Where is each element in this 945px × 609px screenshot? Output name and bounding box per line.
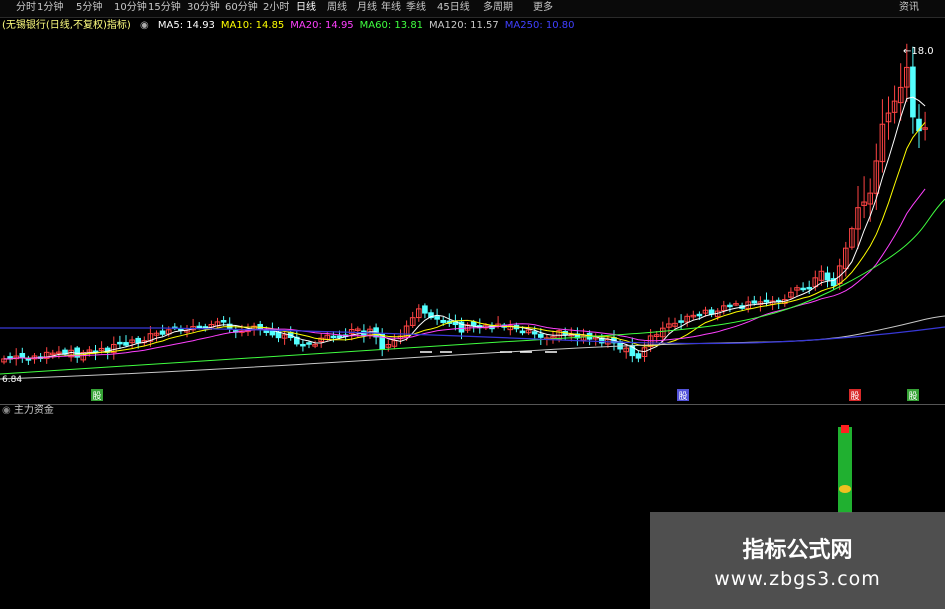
candle-body	[751, 300, 758, 304]
ma-line-5	[3, 96, 926, 360]
candle-body	[336, 335, 343, 338]
watermark-url: www.zbgs3.com	[714, 568, 881, 590]
candle-body	[696, 313, 703, 317]
candle-body	[531, 331, 538, 335]
candle-body	[196, 325, 202, 329]
watermark-title: 指标公式网	[742, 538, 853, 563]
tab-7[interactable]: 2小时	[263, 2, 289, 14]
stock-chart-app: 分时 1分钟 5分钟 10分钟 15分钟 30分钟 60分钟 2小时 日线 周线 月线 年线 季线 45日…	[0, 0, 945, 609]
signal-label-3: 股	[908, 391, 917, 402]
candle-body	[519, 330, 526, 334]
indicator-menu-icon[interactable]: ◉	[2, 405, 14, 416]
tab-8[interactable]: 日线	[296, 2, 316, 14]
indicator-name: 主力资金	[13, 405, 54, 416]
candle-body	[800, 287, 806, 291]
candle-body	[678, 320, 684, 323]
ma-line-10	[3, 121, 926, 360]
candle-body	[220, 320, 227, 323]
candle-body	[440, 319, 446, 323]
ma-settings-icon[interactable]: ◉	[140, 20, 149, 31]
candle-body	[434, 316, 440, 320]
tab-5[interactable]: 30分钟	[187, 2, 220, 14]
candle-body	[470, 321, 477, 327]
candle-body	[19, 352, 26, 359]
ma-legend-title: (无锡银行(日线,不复权)指标)	[2, 20, 131, 31]
tab-11[interactable]: 年线	[381, 2, 401, 14]
signal-label-2: 股	[850, 391, 859, 402]
candle-body	[763, 299, 770, 303]
period-tab-bar: 分时 1分钟 5分钟 10分钟 15分钟 30分钟 60分钟 2小时 日线 周线 月线 年线 季线 45日…	[0, 0, 945, 18]
candle-body	[538, 333, 544, 338]
candle-body	[422, 305, 428, 314]
indicator-bar-top	[841, 425, 849, 433]
price-high-label: ←18.0	[903, 46, 934, 57]
tab-6[interactable]: 60分钟	[225, 2, 258, 14]
candlestick-chart[interactable]: ←18.0 6.84 股 股 股 股	[0, 34, 945, 404]
indicator-bar	[838, 427, 852, 513]
tab-9[interactable]: 周线	[327, 2, 347, 14]
price-low-label: 6.84	[2, 375, 22, 385]
signal-label-0: 股	[92, 391, 101, 402]
candle-body	[135, 337, 141, 344]
ma-legend-item-1: MA10: 14.85	[220, 20, 285, 31]
ma-legend-item-0: MA5: 14.93	[157, 20, 215, 31]
tab-12[interactable]: 季线	[406, 2, 426, 14]
candle-body	[910, 66, 916, 118]
candle-body	[727, 304, 733, 308]
candle-body	[263, 330, 270, 333]
candle-body	[159, 330, 166, 335]
tab-3[interactable]: 10分钟	[114, 2, 147, 14]
tab-4[interactable]: 15分钟	[148, 2, 181, 14]
candle-body	[117, 341, 123, 345]
tab-14[interactable]: 多周期	[483, 2, 513, 14]
candle-body	[123, 342, 129, 346]
candle-body	[306, 342, 312, 345]
candle-body	[824, 272, 831, 281]
ma-legend-item-5: MA250: 10.80	[504, 20, 575, 31]
candle-body	[806, 286, 813, 290]
tab-1[interactable]: 1分钟	[37, 2, 63, 14]
tab-15[interactable]: 更多	[533, 2, 553, 14]
tab-2[interactable]: 5分钟	[76, 2, 102, 14]
indicator-title: ◉ 主力资金	[2, 405, 54, 417]
watermark: 指标公式网 www.zbgs3.com	[650, 512, 945, 609]
info-tab[interactable]: 资讯	[899, 2, 919, 14]
ma-legend: (无锡银行(日线,不复权)指标) ◉ MA5: 14.93 MA10: 14.85…	[2, 19, 581, 33]
ma-legend-item-2: MA20: 14.95	[290, 20, 354, 31]
signal-label-1: 股	[678, 391, 687, 402]
tab-13[interactable]: 45日线	[437, 2, 470, 14]
ma-legend-item-4: MA120: 11.57	[429, 20, 499, 31]
tab-0[interactable]: 分时	[16, 2, 36, 14]
ma-legend-item-3: MA60: 13.81	[359, 20, 424, 31]
candle-body	[178, 328, 184, 331]
ma-line-20	[3, 188, 926, 360]
candle-body	[300, 343, 306, 347]
candle-body	[635, 353, 642, 359]
tab-10[interactable]: 月线	[357, 2, 377, 14]
candle-body	[330, 335, 337, 339]
indicator-coin-icon	[839, 485, 851, 493]
